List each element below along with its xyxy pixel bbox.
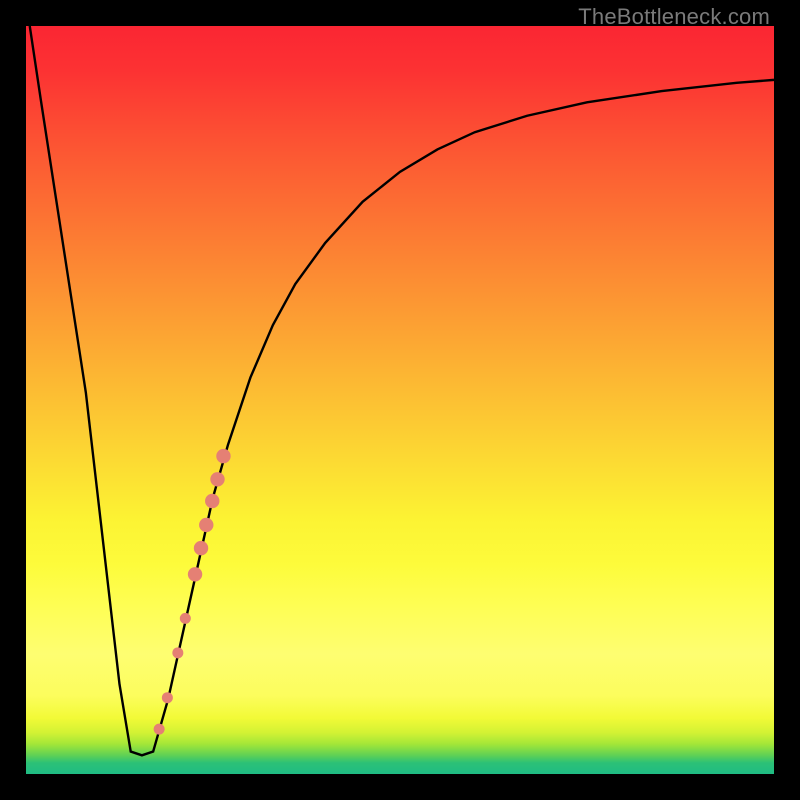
curve-marker <box>162 692 173 703</box>
bottleneck-curve-svg <box>26 26 774 774</box>
curve-marker <box>180 613 191 624</box>
chart-container: TheBottleneck.com <box>0 0 800 800</box>
plot-area <box>26 26 774 774</box>
curve-marker <box>216 449 230 463</box>
curve-marker <box>172 647 183 658</box>
curve-marker <box>154 724 165 735</box>
curve-marker <box>205 494 219 508</box>
curve-marker <box>188 567 202 581</box>
curve-marker <box>210 472 224 486</box>
curve-marker <box>199 518 213 532</box>
bottleneck-curve <box>30 26 774 755</box>
curve-marker <box>194 541 208 555</box>
watermark-text: TheBottleneck.com <box>578 4 770 30</box>
